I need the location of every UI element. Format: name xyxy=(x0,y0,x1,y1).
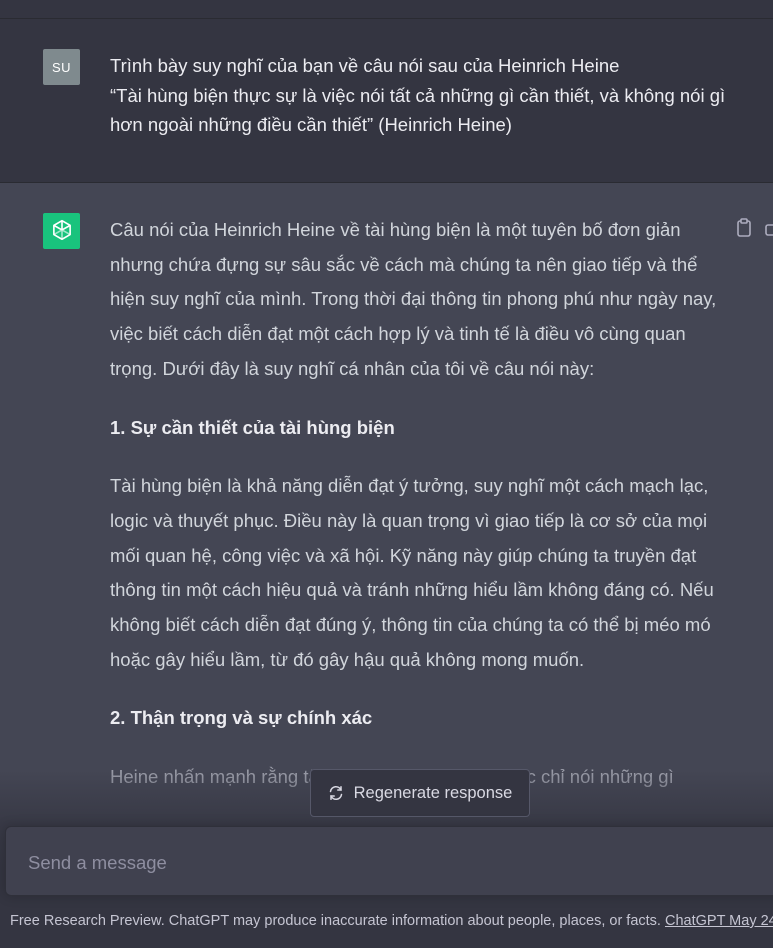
top-strip xyxy=(0,0,773,19)
assistant-paragraph: Tài hùng biện là khả năng diễn đạt ý tưở… xyxy=(110,475,714,670)
user-message-line: Trình bày suy nghĩ của bạn về câu nói sa… xyxy=(110,55,620,76)
footer-text: Free Research Preview. ChatGPT may produ… xyxy=(10,913,665,929)
refresh-icon xyxy=(329,785,342,801)
user-avatar: SU xyxy=(43,49,80,85)
user-message-row: SU Trình bày suy nghĩ của bạn về câu nói… xyxy=(0,19,773,183)
regenerate-response-button[interactable]: Regenerate response xyxy=(310,769,530,817)
copy-icon[interactable] xyxy=(735,218,753,238)
regenerate-label: Regenerate response xyxy=(353,783,513,802)
message-composer xyxy=(5,826,773,896)
openai-logo-icon xyxy=(43,213,80,249)
assistant-heading: 1. Sự cần thiết của tài hùng biện xyxy=(110,416,395,438)
assistant-heading: 2. Thận trọng và sự chính xác xyxy=(110,707,373,729)
assistant-message-text: Câu nói của Heinrich Heine về tài hùng b… xyxy=(110,213,725,819)
user-message-text: Trình bày suy nghĩ của bạn về câu nói sa… xyxy=(110,51,730,140)
user-avatar-initials: SU xyxy=(51,59,72,75)
user-message-line: “Tài hùng biện thực sự là việc nói tất c… xyxy=(110,84,726,136)
footer-version-link[interactable]: ChatGPT May 24 xyxy=(665,913,773,929)
message-input[interactable] xyxy=(26,849,730,877)
assistant-intro-paragraph: Câu nói của Heinrich Heine về tài hùng b… xyxy=(110,219,717,379)
footer-disclaimer: Free Research Preview. ChatGPT may produ… xyxy=(10,913,773,929)
thumbs-up-icon[interactable] xyxy=(764,221,773,237)
